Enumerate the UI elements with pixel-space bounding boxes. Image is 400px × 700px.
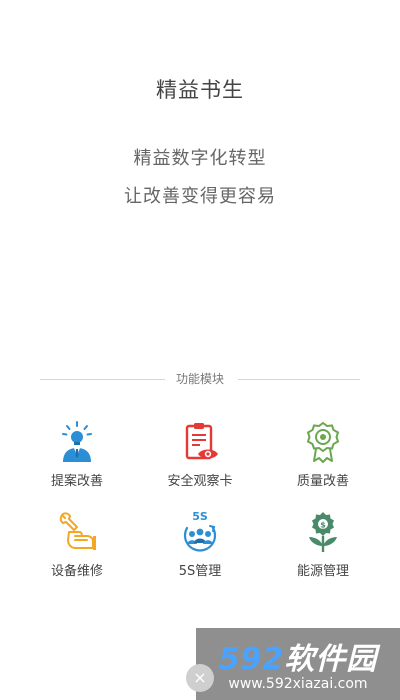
watermark-brand: 592软件园 bbox=[196, 634, 400, 678]
watermark-brand-text: 软件园 bbox=[284, 642, 378, 677]
module-label: 能源管理 bbox=[296, 564, 349, 579]
slogan-line-1: 精益数字化转型 bbox=[133, 148, 267, 169]
watermark-banner: 592软件园 www.592xiazai.com bbox=[196, 628, 400, 700]
module-proposal-improvement[interactable]: 提案改善 bbox=[22, 420, 132, 500]
module-label: 质量改善 bbox=[296, 474, 349, 489]
section-divider: 功能模块 bbox=[40, 370, 360, 388]
module-5s-management[interactable]: 5S 5S管理 bbox=[145, 510, 255, 590]
watermark-url: www.592xiazai.com bbox=[228, 676, 368, 692]
module-label: 安全观察卡 bbox=[167, 474, 233, 489]
module-label: 提案改善 bbox=[50, 474, 103, 489]
clipboard-eye-icon bbox=[185, 423, 218, 460]
module-quality-improvement[interactable]: 质量改善 bbox=[268, 420, 378, 500]
svg-text:$: $ bbox=[320, 521, 326, 530]
close-icon[interactable]: × bbox=[186, 664, 214, 692]
slogan-line-2: 让改善变得更容易 bbox=[124, 186, 276, 207]
module-label: 5S管理 bbox=[178, 564, 222, 579]
module-energy-management[interactable]: $ 能源管理 bbox=[268, 510, 378, 590]
5s-icon-text: 5S bbox=[192, 510, 208, 523]
wrench-hand-icon bbox=[59, 512, 96, 550]
energy-plant-icon: $ bbox=[309, 512, 337, 552]
module-safety-observation-card[interactable]: 安全观察卡 bbox=[145, 420, 255, 500]
watermark-brand-number: 592 bbox=[218, 642, 285, 677]
5s-team-icon: 5S bbox=[183, 510, 217, 552]
module-equipment-maintenance[interactable]: 设备维修 bbox=[22, 510, 132, 590]
divider-line-right bbox=[238, 379, 360, 380]
app-title: 精益书生 bbox=[156, 78, 244, 102]
quality-badge-icon bbox=[306, 421, 340, 463]
app-screen: 精益书生 精益数字化转型 让改善变得更容易 功能模块 提案改善 安全观察卡 质量… bbox=[0, 0, 400, 700]
person-bulb-icon bbox=[62, 421, 92, 462]
module-label: 设备维修 bbox=[50, 564, 103, 579]
